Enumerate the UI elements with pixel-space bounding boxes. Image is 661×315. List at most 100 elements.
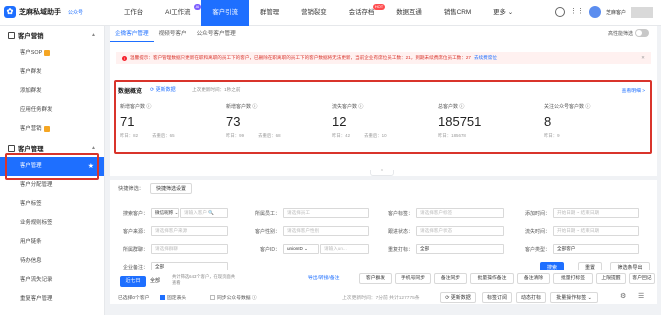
sidebar-item-business-tags[interactable]: 业务规则标签 — [0, 214, 104, 233]
app-name: 芝麻私域助手 — [19, 9, 61, 16]
collapse-handle[interactable]: ⌃ — [370, 170, 394, 176]
customer-icon — [8, 144, 15, 152]
quick-filter-settings-button[interactable]: 快捷筛选设置 — [149, 183, 192, 194]
stage-select[interactable]: 请选择客户状态 — [416, 226, 504, 236]
apps-icon[interactable]: ⋮⋮ — [570, 8, 584, 16]
customer-broadcast-button[interactable]: 客户群发 — [359, 273, 392, 284]
source-label: 客户来源： — [122, 228, 148, 235]
nav-label: 工作台 — [124, 9, 144, 16]
id-type-select[interactable]: unionID ⌄ — [283, 244, 319, 254]
nav-label: 会话存档 — [348, 9, 375, 16]
customer-record-button[interactable]: 客户回记 — [629, 273, 655, 284]
nav-label: 营销裂变 — [301, 9, 327, 16]
notice-text: 温馨提示：客户管理数据只更新在职和离职的员工下的客户，已删除在职离职的员工下的客… — [130, 55, 471, 60]
top-bar: ✿ 芝麻私域助手 公众号 工作台 AI工作流 AI 客户引流 群管理 营销裂变 会… — [0, 0, 661, 26]
nav-group-management[interactable]: 群管理 — [249, 0, 290, 26]
close-icon[interactable]: ✕ — [641, 55, 645, 61]
user-name[interactable]: 芝麻客户 — [606, 9, 626, 16]
tab-all[interactable]: 全部 — [150, 276, 160, 287]
source-select[interactable]: 请选择客户来源 — [151, 226, 228, 236]
type-select[interactable]: 全部客户 — [553, 244, 639, 254]
id-input[interactable]: 请输入un... — [320, 244, 369, 254]
tab-official-account-customers[interactable]: 公众号客户管理 — [192, 26, 241, 42]
sidebar-item-customer-marketing[interactable]: 客户营销 — [0, 120, 104, 139]
dynamic-tag-button[interactable]: 动态打标 — [516, 292, 546, 303]
sidebar-item-add-broadcast[interactable]: 添加群发 — [0, 82, 104, 101]
sidebar-item-customer-sop[interactable]: 客户SOP — [0, 44, 104, 63]
sidebar-item-label: 添加群发 — [20, 88, 42, 94]
sync-official-account-checkbox[interactable]: 同步公众号数据 ⓘ — [210, 294, 257, 301]
export-transfer-remark-link[interactable]: 导出/转接/备注 — [308, 274, 339, 281]
dup-select[interactable]: 全部 — [416, 244, 504, 254]
filter-row-2: 客户来源： 请选择客户来源 客户性别： 请选择客户性别 跟进状态： 请选择客户状… — [110, 225, 639, 237]
tag-select[interactable]: 请选择客户标签 — [416, 208, 504, 218]
bulk-tag-button[interactable]: 批量打标签 — [553, 273, 593, 284]
nav-customer-acquisition[interactable]: 客户引流 — [201, 0, 249, 26]
nav-marketing[interactable]: 营销裂变 — [290, 0, 338, 26]
sidebar-group-marketing[interactable]: 客户营销 ▲ — [0, 26, 104, 44]
refresh-table-button[interactable]: ⟳ 更新数据 — [440, 292, 476, 303]
hot-badge: HOT — [372, 4, 386, 10]
nav-ai-workflow[interactable]: AI工作流 AI — [154, 0, 202, 26]
phone-sync-button[interactable]: 手机号同步 — [395, 273, 431, 284]
customer-tabs: 企微客户管理 视频号客户 公众号客户管理 — [110, 26, 241, 42]
app-root: ✿ 芝麻私域助手 公众号 工作台 AI工作流 AI 客户引流 群管理 营销裂变 会… — [0, 0, 661, 315]
tab-wecom-customers[interactable]: 企微客户管理 — [110, 26, 154, 42]
nav-data-sync[interactable]: 数据互通 — [385, 0, 433, 26]
sidebar-item-label: 待办信息 — [20, 258, 42, 264]
sidebar-item-user-chain[interactable]: 用户链条 — [0, 233, 104, 252]
sidebar-item-duplicate-customers[interactable]: 重复客户管理 — [0, 290, 104, 309]
bulk-remark-button[interactable]: 批量操作备注 — [470, 273, 514, 284]
sidebar-item-task-broadcast[interactable]: 应用任务群发 — [0, 101, 104, 120]
sidebar-item-customer-broadcast[interactable]: 客户群发 — [0, 63, 104, 82]
sidebar-item-customer-tags[interactable]: 客户标签 — [0, 195, 104, 214]
limit-reminder-button[interactable]: 上限提醒 — [596, 273, 626, 284]
sidebar-item-label: 应用任务群发 — [20, 107, 53, 113]
nav-label: 更多 ⌄ — [493, 9, 514, 16]
add-time-range[interactable]: 开始日期 ~ 结束日期 — [553, 208, 639, 218]
main-nav: 工作台 AI工作流 AI 客户引流 群管理 营销裂变 会话存档 HOT 数据互通 销… — [113, 0, 524, 26]
nav-workbench[interactable]: 工作台 — [113, 0, 154, 26]
sidebar-item-label: 用户链条 — [20, 239, 42, 245]
gender-label: 客户性别： — [254, 228, 280, 235]
gender-select[interactable]: 请选择客户性别 — [283, 226, 369, 236]
remark-sync-button[interactable]: 备注同步 — [434, 273, 467, 284]
table-options-row: 已选择0个客户 固定表头 同步公众号数据 ⓘ 上次更新时间：7分前 共计1277… — [110, 290, 657, 304]
app-subtitle[interactable]: 公众号 — [68, 9, 83, 16]
tab-last-seven-days[interactable]: 近七日 — [120, 276, 146, 287]
selected-count: 已选择0个客户 — [118, 296, 150, 301]
sidebar-item-todo[interactable]: 待办信息 — [0, 252, 104, 271]
group-select[interactable]: 请选择群聊 — [151, 244, 228, 254]
id-label: 客户ID： — [259, 246, 280, 253]
search-type-select[interactable]: 微信昵称 ⌄ — [151, 208, 179, 218]
column-settings-icon[interactable]: ⚙ — [620, 292, 626, 300]
nav-session-archive[interactable]: 会话存档 HOT — [338, 0, 386, 26]
tag-subscribe-button[interactable]: 标签订阅 — [482, 292, 512, 303]
remark-clear-button[interactable]: 备注清除 — [517, 273, 550, 284]
search-input[interactable]: 请输入客户 🔍 — [180, 208, 228, 218]
list-view-icon[interactable]: ☰ — [638, 292, 644, 300]
user-info-redacted — [631, 6, 653, 18]
last-update-info: 上次更新时间：7分前 共计127775条 — [342, 296, 420, 301]
pro-icon — [44, 49, 51, 56]
app-logo[interactable]: ✿ 芝麻私域助手 公众号 — [4, 6, 83, 18]
renew-seats-link[interactable]: 去续费席位 — [474, 55, 497, 61]
lost-time-label: 流失时间： — [524, 228, 550, 235]
nav-label: 销售CRM — [443, 9, 472, 16]
tab-channels-customers[interactable]: 视频号客户 — [154, 26, 192, 42]
bulk-tag-ops-button[interactable]: 批量操作标签 ⌄ — [550, 292, 598, 303]
sidebar-item-lost-records[interactable]: 客户流失记录 — [0, 271, 104, 290]
main-content: 企微客户管理 视频号客户 公众号客户管理 高性能筛选 ! 温馨提示：客户管理数据… — [110, 26, 661, 315]
chevron-up-icon: ▲ — [91, 145, 96, 151]
avatar[interactable] — [588, 6, 601, 18]
search-label: 搜索客户： — [122, 210, 148, 217]
help-icon[interactable] — [554, 7, 565, 17]
sidebar-group-label: 客户管理 — [18, 145, 44, 153]
high-performance-filter-toggle[interactable] — [635, 29, 649, 37]
notice-banner: ! 温馨提示：客户管理数据只更新在职和离职的员工下的客户，已删除在职离职的员工下… — [116, 52, 651, 64]
nav-more[interactable]: 更多 ⌄ — [482, 0, 524, 26]
fixed-header-checkbox[interactable]: 固定表头 — [160, 294, 186, 301]
owner-select[interactable]: 请选择员工 — [283, 208, 369, 218]
nav-sales-crm[interactable]: 销售CRM — [433, 0, 482, 26]
lost-time-range[interactable]: 开始日期 ~ 结束日期 — [553, 226, 639, 236]
